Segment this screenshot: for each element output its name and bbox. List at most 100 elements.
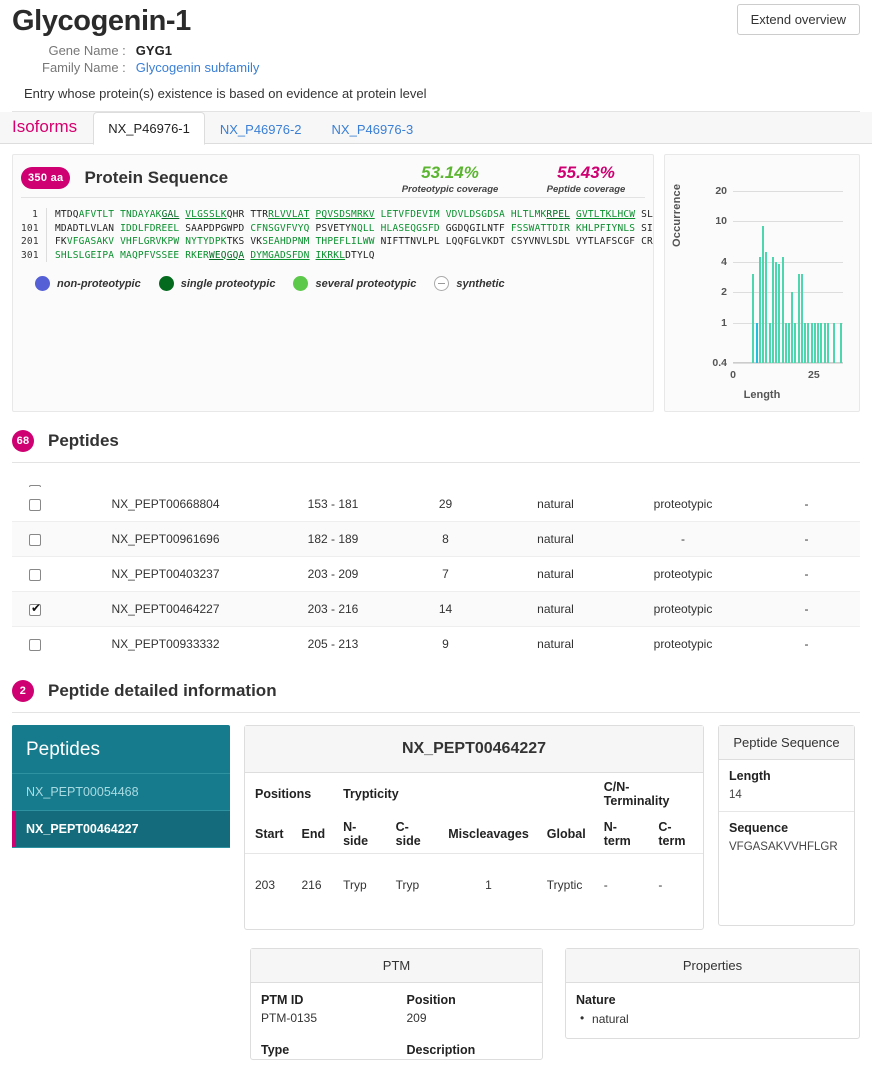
- proteotypic-coverage: 53.14% Proteotypic coverage: [391, 163, 509, 195]
- chart-bar: [807, 322, 810, 363]
- tab-nx-p46976-3[interactable]: NX_P46976-3: [317, 113, 429, 145]
- nature-cell: natural: [537, 567, 574, 581]
- proteotypic-coverage-label: Proteotypic coverage: [401, 184, 499, 195]
- group-header-row: Positions Trypticity C/N-Terminality: [245, 773, 703, 813]
- chart-bar: [804, 322, 807, 363]
- positions-cell[interactable]: 205 - 213: [273, 627, 393, 659]
- col-start: Start: [255, 827, 284, 841]
- row-checkbox[interactable]: [29, 498, 41, 511]
- extend-overview-button[interactable]: Extend overview: [736, 4, 860, 35]
- peptide-sequence-block: Sequence VFGASAKVVHFLGR: [719, 812, 854, 925]
- chart-y-tick-label: 10: [715, 215, 727, 228]
- nature-cell: natural: [537, 497, 574, 511]
- table-row[interactable]: NX_PEPT00668804 153 - 181 29 natural proteot…: [12, 487, 860, 522]
- terminality-group-label: C/N-Terminality: [603, 780, 670, 808]
- proteotypic-coverage-value: 53.14%: [421, 163, 479, 182]
- sequence-legend: non-proteotypic single proteotypic sever…: [13, 262, 653, 291]
- family-name-link[interactable]: Glycogenin subfamily: [136, 60, 260, 75]
- positions-cell[interactable]: [273, 473, 393, 487]
- positions-cell[interactable]: 203 - 216: [273, 592, 393, 627]
- row-checkbox-cell[interactable]: [12, 592, 58, 627]
- col-miscleavages: Miscleavages: [448, 827, 529, 841]
- chart-x-axis-title: Length: [743, 389, 781, 401]
- nature-cell: [498, 473, 613, 487]
- ptm-description-label: Description: [406, 1043, 476, 1057]
- chart-bar: [817, 322, 820, 363]
- peptide-id-cell: NX_PEPT00933332: [111, 637, 220, 651]
- row-checkbox[interactable]: [29, 638, 41, 651]
- chart-gridline: 0.4: [712, 357, 843, 369]
- table-row[interactable]: NX_PEPT00961696 182 - 189 8 natural - -: [12, 521, 860, 557]
- peptide-length-label: Length: [729, 769, 771, 783]
- synthetic-dot-icon: [434, 276, 450, 291]
- col-cterm: C-term: [658, 820, 686, 848]
- ptm-id-label: PTM ID: [261, 993, 304, 1007]
- table-row[interactable]: NX_PEPT00403237 203 - 209 7 natural proteoty…: [12, 557, 860, 592]
- chart-x-tick-label: 25: [808, 369, 820, 381]
- peptide-list-item-nx-pept00054468[interactable]: NX_PEPT00054468: [12, 774, 230, 811]
- chart-y-axis-title: Occurrence: [671, 183, 683, 247]
- detail-section-header: 2 Peptide detailed information: [0, 658, 872, 702]
- peptide-list-item-nx-pept00464227[interactable]: NX_PEPT00464227: [12, 811, 230, 848]
- positions-cell[interactable]: 203 - 209: [273, 557, 393, 592]
- row-checkbox-cell[interactable]: [12, 522, 58, 557]
- ptm-type-label: Type: [261, 1043, 290, 1057]
- gene-name-label: Gene Name :: [48, 43, 126, 58]
- proteotypicity-cell: -: [681, 532, 685, 546]
- sequence-card-spacer: [729, 853, 844, 915]
- table-row[interactable]: NX_PEPT00933332 205 - 213 9 natural proteoty…: [12, 627, 860, 659]
- val-nside: Tryp: [343, 878, 367, 892]
- chart-y-tick-label: 4: [721, 255, 727, 268]
- table-row[interactable]: NX_PEPT00464227 203 - 216 14 natural proteot…: [12, 591, 860, 627]
- legend-item-several-proteotypic: several proteotypic: [293, 276, 416, 291]
- row-checkbox-cell[interactable]: [12, 487, 58, 522]
- peptide-id-cell: NX_PEPT00464227: [111, 602, 220, 616]
- peptide-id-cell: NX_PEPT00961696: [111, 532, 220, 546]
- col-cside: C-side: [395, 820, 421, 848]
- peptide-selector-title: Peptides: [12, 725, 230, 774]
- extra-cell: -: [804, 602, 809, 616]
- protein-sequence-header: 350 aa Protein Sequence 53.14% Proteotyp…: [13, 161, 653, 195]
- row-checkbox[interactable]: [29, 484, 41, 487]
- peptide-sequence-value: VFGASAKVVHFLGR: [729, 841, 838, 853]
- chart-bar: [823, 322, 826, 363]
- val-start: 203: [255, 878, 276, 892]
- val-global: Tryptic: [546, 878, 583, 892]
- protein-sequence-title: Protein Sequence: [84, 168, 229, 187]
- properties-card: Properties Nature natural: [565, 948, 860, 1039]
- col-nterm: N-term: [603, 820, 631, 848]
- sequence-line: 1 MTDQAFVTLT TNDAYAKGAL VLGSSLKQHR TTRRL…: [21, 208, 653, 222]
- length-cell: 29: [438, 497, 453, 511]
- ptm-card-title: PTM: [251, 949, 543, 983]
- extra-cell: -: [804, 567, 809, 581]
- positions-group-label: Positions: [255, 787, 312, 801]
- column-header-row: Start End N-side C-side Miscleavages Glo…: [245, 813, 703, 854]
- chart-bar: [768, 322, 771, 363]
- row-checkbox[interactable]: [29, 533, 41, 546]
- nature-cell: natural: [537, 602, 574, 616]
- sequence-line-residues: FKVFGASAKV VHFLGRVKPW NYTYDPKTKS VKSEAHD…: [55, 236, 653, 247]
- sequence-line-residues: SHLSLGEIPA MAQPFVSSEE RKERWEQGQA DYMGADS…: [55, 249, 375, 261]
- positions-cell[interactable]: 182 - 189: [273, 522, 393, 557]
- legend-item-synthetic: synthetic: [434, 276, 505, 291]
- row-checkbox-cell[interactable]: [12, 627, 58, 659]
- coverage-group: 53.14% Proteotypic coverage 55.43% Pepti…: [391, 163, 645, 195]
- peptide-selector-list: Peptides NX_PEPT00054468 NX_PEPT00464227: [12, 725, 230, 848]
- val-miscleavages: 1: [485, 878, 492, 892]
- row-checkbox[interactable]: [29, 601, 42, 616]
- row-checkbox-cell[interactable]: [12, 557, 58, 592]
- chart-bar: [794, 322, 797, 363]
- row-checkbox[interactable]: [29, 568, 41, 581]
- chart-plot-area: 0.4 1 2 4 10 20 0 25: [712, 183, 843, 381]
- tab-nx-p46976-1[interactable]: NX_P46976-1: [93, 112, 205, 145]
- properties-body: Nature natural: [566, 983, 859, 1038]
- proteotypicity-cell: proteotypic: [653, 637, 713, 651]
- tab-nx-p46976-2[interactable]: NX_P46976-2: [205, 113, 317, 145]
- nature-cell: natural: [537, 637, 574, 651]
- positions-cell[interactable]: 153 - 181: [273, 487, 393, 522]
- sequence-length-badge: 350 aa: [21, 167, 71, 189]
- legend-item-non-proteotypic: non-proteotypic: [35, 276, 141, 291]
- table-row[interactable]: · ··: [12, 473, 860, 487]
- peptide-coverage: 55.43% Peptide coverage: [527, 163, 645, 195]
- peptide-coverage-label: Peptide coverage: [546, 184, 626, 195]
